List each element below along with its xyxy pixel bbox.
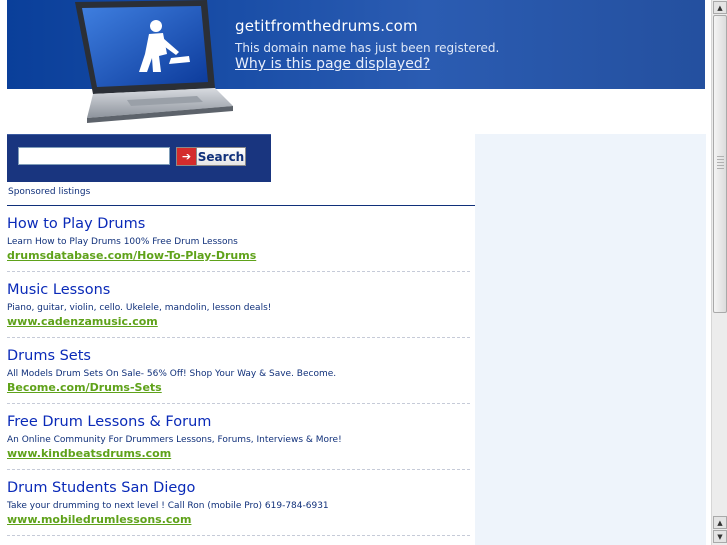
listing-description: Learn How to Play Drums 100% Free Drum L… — [7, 237, 238, 247]
triangle-up-icon: ▲ — [717, 3, 723, 12]
listing-item: Drums Sets All Models Drum Sets On Sale-… — [7, 348, 470, 414]
scroll-thumb[interactable] — [713, 15, 727, 313]
vertical-scrollbar[interactable]: ▲ ▲ ▼ — [711, 0, 727, 545]
listing-title[interactable]: Music Lessons — [7, 282, 110, 298]
listing-url[interactable]: www.cadenzamusic.com — [7, 315, 158, 328]
listing-description: Take your drumming to next level ! Call … — [7, 501, 329, 511]
listing-url[interactable]: drumsdatabase.com/How-To-Play-Drums — [7, 249, 256, 262]
listing-item: Drum Students San Diego Take your drummi… — [7, 480, 470, 545]
listing-description: Piano, guitar, violin, cello. Ukelele, m… — [7, 303, 272, 313]
divider — [7, 205, 475, 206]
listing-title[interactable]: How to Play Drums — [7, 216, 145, 232]
listing-separator — [7, 337, 470, 338]
grip-icon — [717, 156, 724, 170]
search-box: ➔ Search — [7, 134, 271, 182]
listing-title[interactable]: Free Drum Lessons & Forum — [7, 414, 211, 430]
listing-url[interactable]: www.mobiledrumlessons.com — [7, 513, 191, 526]
listing-item: Free Drum Lessons & Forum An Online Comm… — [7, 414, 470, 480]
listing-item: Music Lessons Piano, guitar, violin, cel… — [7, 282, 470, 348]
triangle-down-icon: ▼ — [717, 532, 723, 541]
search-input[interactable] — [18, 147, 170, 165]
listing-separator — [7, 403, 470, 404]
scroll-up-button[interactable]: ▲ — [713, 516, 727, 529]
search-button[interactable]: ➔ Search — [176, 147, 246, 166]
domain-title: getitfromthedrums.com — [235, 17, 418, 35]
listing-separator — [7, 469, 470, 470]
listing-url[interactable]: Become.com/Drums-Sets — [7, 381, 162, 394]
sponsored-listings: How to Play Drums Learn How to Play Drum… — [7, 216, 470, 545]
registered-notice: This domain name has just been registere… — [235, 41, 500, 55]
search-button-label: Search — [197, 149, 245, 164]
listing-description: An Online Community For Drummers Lessons… — [7, 435, 342, 445]
listing-title[interactable]: Drums Sets — [7, 348, 91, 364]
why-displayed-link[interactable]: Why is this page displayed? — [235, 56, 430, 72]
listing-separator — [7, 271, 470, 272]
listing-separator — [7, 535, 470, 536]
listing-url[interactable]: www.kindbeatsdrums.com — [7, 447, 171, 460]
laptop-construction-icon — [75, 0, 233, 123]
scroll-down-button[interactable]: ▼ — [713, 530, 727, 543]
arrow-right-icon: ➔ — [177, 148, 197, 165]
scroll-up-button[interactable]: ▲ — [713, 1, 727, 14]
triangle-up-icon: ▲ — [717, 518, 723, 527]
sponsored-listings-label: Sponsored listings — [8, 187, 91, 197]
listing-title[interactable]: Drum Students San Diego — [7, 480, 195, 496]
listing-item: How to Play Drums Learn How to Play Drum… — [7, 216, 470, 282]
header-banner: getitfromthedrums.com This domain name h… — [7, 0, 705, 123]
listing-description: All Models Drum Sets On Sale- 56% Off! S… — [7, 369, 337, 379]
right-side-panel — [475, 134, 706, 545]
